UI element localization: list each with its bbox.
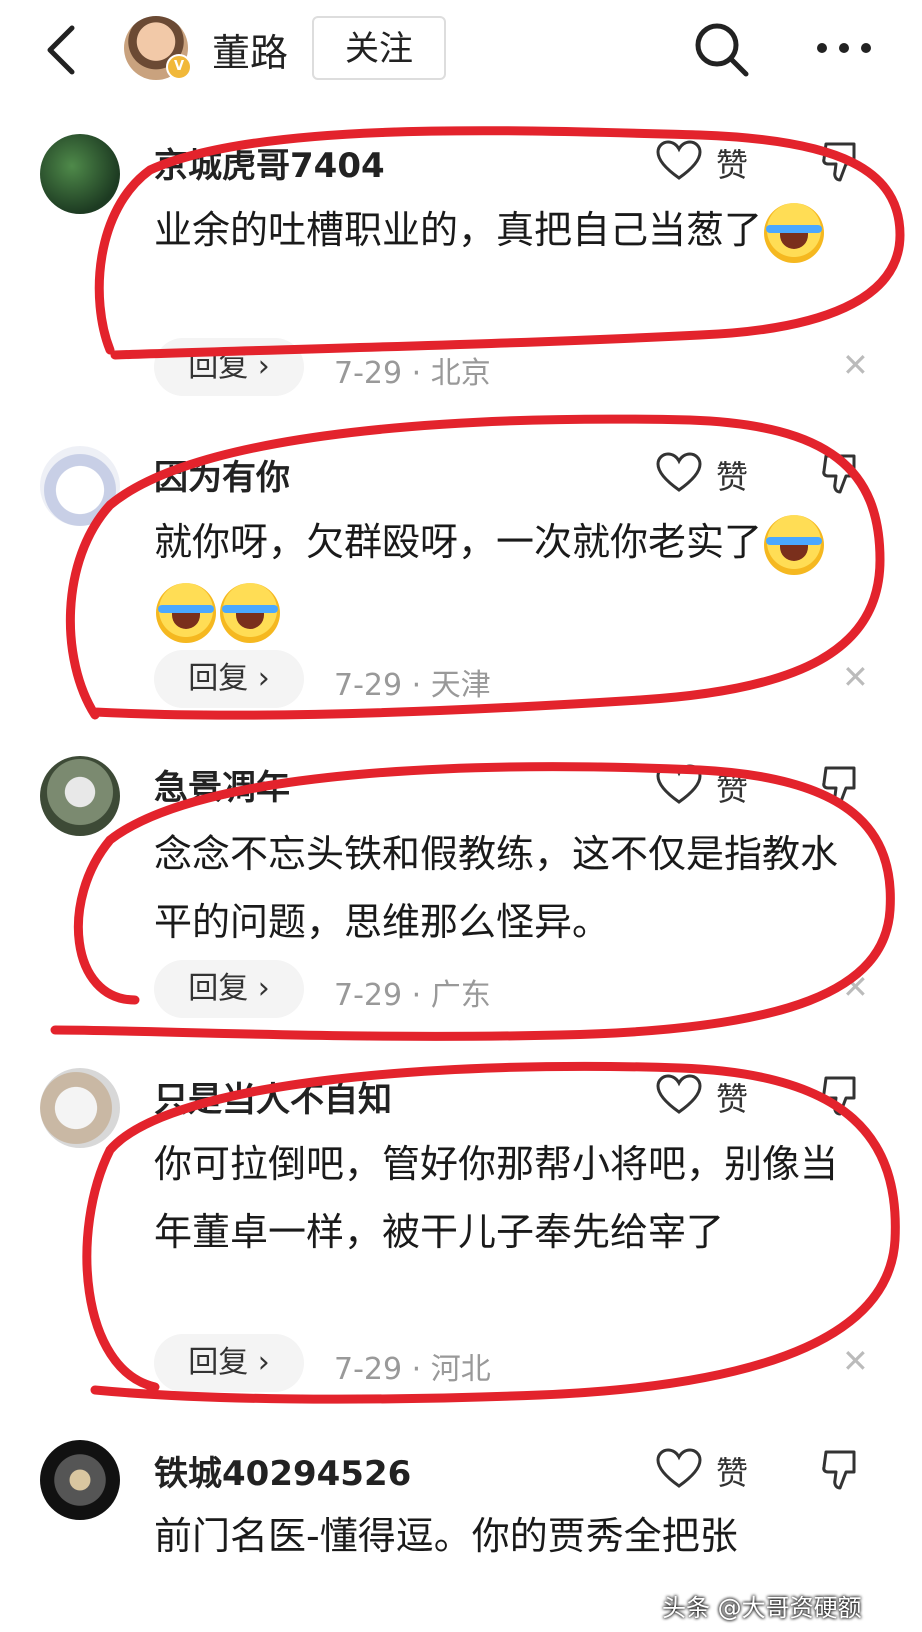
search-icon[interactable] — [692, 20, 750, 78]
comment-location: 河北 — [430, 1352, 491, 1387]
follow-button[interactable]: 关注 — [312, 16, 446, 80]
laughing-crying-emoji-icon — [156, 582, 216, 643]
commenter-name[interactable]: 铁城40294526 — [154, 1446, 411, 1495]
comment-location: 广东 — [430, 978, 491, 1013]
like-label[interactable]: 赞 — [716, 1448, 748, 1494]
comment-date: 7-29 — [334, 356, 403, 391]
comment-date: 7-29 — [334, 978, 403, 1013]
comment-date: 7-29 — [334, 1352, 403, 1387]
dislike-icon[interactable] — [820, 1448, 864, 1492]
commenter-name[interactable]: 急景凋年 — [154, 760, 290, 809]
laughing-crying-emoji-icon — [764, 514, 825, 575]
meta-separator: · — [402, 1352, 431, 1387]
like-label[interactable]: 赞 — [716, 140, 748, 186]
commenter-avatar[interactable] — [40, 1068, 120, 1148]
close-icon[interactable]: ✕ — [842, 1342, 869, 1380]
close-icon[interactable]: ✕ — [842, 658, 869, 696]
commenter-avatar[interactable] — [40, 446, 120, 526]
dislike-icon[interactable] — [820, 452, 864, 496]
reply-button[interactable]: 回复 › — [154, 1334, 304, 1392]
dislike-icon[interactable] — [820, 764, 864, 808]
meta-separator: · — [402, 668, 431, 703]
like-label[interactable]: 赞 — [716, 764, 748, 810]
dislike-icon[interactable] — [820, 140, 864, 184]
comment-text: 念念不忘头铁和假教练，这不仅是指教水平的问题，思维那么怪异。 — [154, 832, 839, 944]
commenter-name[interactable]: 京城虎哥7404 — [154, 138, 385, 187]
laughing-crying-emoji-icon — [220, 582, 280, 643]
comment-meta: 7-29 · 河北 — [334, 1344, 491, 1388]
commenter-avatar[interactable] — [40, 756, 120, 836]
commenter-avatar[interactable] — [40, 134, 120, 214]
top-bar: V 董路 关注 — [0, 0, 922, 100]
close-icon[interactable]: ✕ — [842, 346, 869, 384]
comment-body: 业余的吐槽职业的，真把自己当葱了 — [154, 208, 763, 252]
reply-button[interactable]: 回复 › — [154, 650, 304, 708]
laughing-crying-emoji-icon — [764, 202, 825, 263]
reply-button[interactable]: 回复 › — [154, 960, 304, 1018]
like-icon[interactable] — [656, 140, 702, 182]
meta-separator: · — [402, 356, 431, 391]
like-icon[interactable] — [656, 1074, 702, 1116]
like-icon[interactable] — [656, 452, 702, 494]
commenter-avatar[interactable] — [40, 1440, 120, 1520]
author-name[interactable]: 董路 — [212, 22, 288, 77]
verified-badge-icon: V — [166, 54, 192, 80]
close-icon[interactable]: ✕ — [842, 968, 869, 1006]
comment-text: 业余的吐槽职业的，真把自己当葱了 — [154, 196, 854, 264]
more-options-icon[interactable] — [812, 30, 876, 66]
comment-location: 天津 — [430, 668, 491, 703]
like-label[interactable]: 赞 — [716, 1074, 748, 1120]
like-icon[interactable] — [656, 764, 702, 806]
reply-button[interactable]: 回复 › — [154, 338, 304, 396]
commenter-name[interactable]: 只是当人不自知 — [154, 1072, 392, 1121]
like-icon[interactable] — [656, 1448, 702, 1490]
commenter-name[interactable]: 因为有你 — [154, 450, 290, 499]
comment-meta: 7-29 · 广东 — [334, 970, 491, 1014]
comment-text: 前门名医-懂得逗。你的贾秀全把张 — [154, 1514, 738, 1558]
watermark: 头条 @大哥资硬额 — [662, 1594, 862, 1622]
back-arrow-icon[interactable] — [38, 22, 88, 78]
comment-meta: 7-29 · 天津 — [334, 660, 491, 704]
like-label[interactable]: 赞 — [716, 452, 748, 498]
dislike-icon[interactable] — [820, 1074, 864, 1118]
comment-meta: 7-29 · 北京 — [334, 348, 491, 392]
comment-date: 7-29 — [334, 668, 403, 703]
comment-text: 你可拉倒吧，管好你那帮小将吧，别像当年董卓一样，被干儿子奉先给宰了 — [154, 1142, 839, 1254]
comment-body: 就你呀，欠群殴呀，一次就你老实了 — [154, 520, 763, 564]
comment-text: 就你呀，欠群殴呀，一次就你老实了 — [154, 508, 854, 644]
meta-separator: · — [402, 978, 431, 1013]
comment-location: 北京 — [430, 356, 491, 391]
